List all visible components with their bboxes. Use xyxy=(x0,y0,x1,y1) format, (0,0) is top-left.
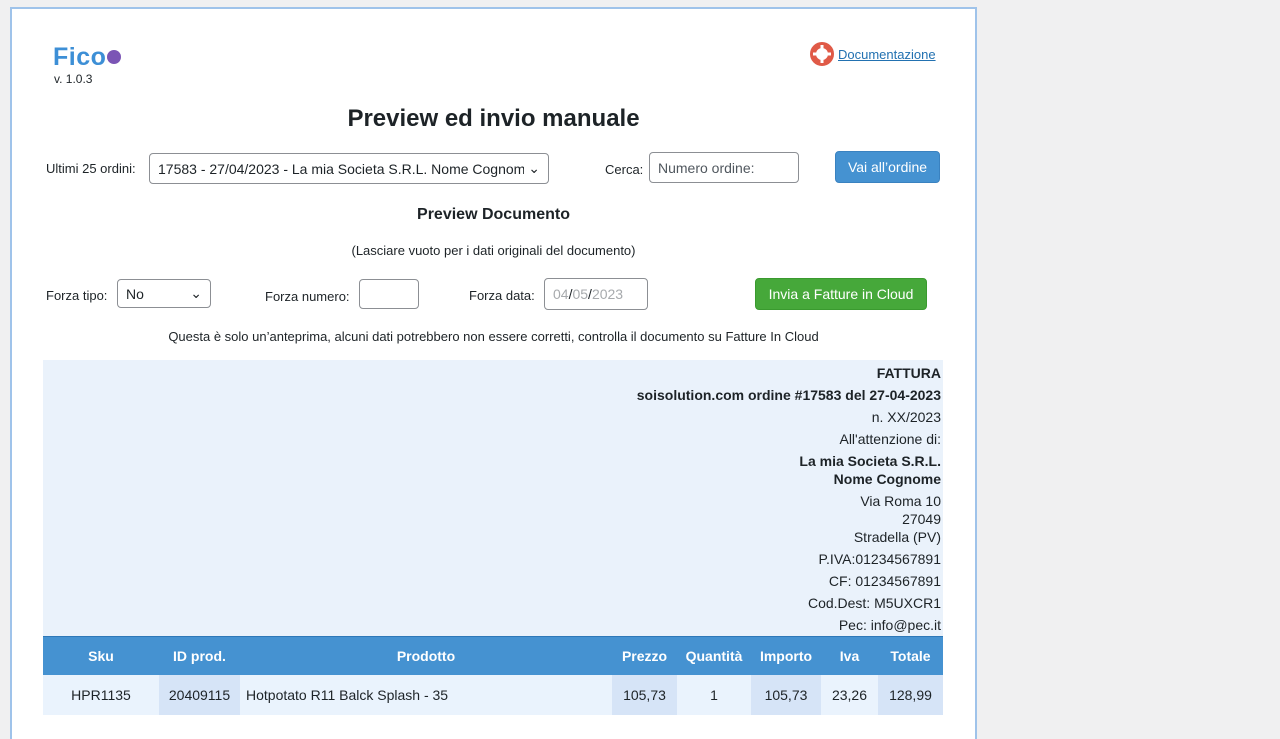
preview-title: Preview Documento xyxy=(417,206,570,223)
cell-product: Hotpotato R11 Balck Splash - 35 xyxy=(240,675,612,715)
customer-name: Nome Cognome xyxy=(833,471,941,487)
customer-street: Via Roma 10 xyxy=(860,493,941,509)
date-day: 04 xyxy=(553,286,569,302)
force-type-label: Forza tipo: xyxy=(46,288,108,303)
customer-city: Stradella (PV) xyxy=(853,529,941,545)
customer-piva: P.IVA:01234567891 xyxy=(818,551,942,567)
force-type-value: No xyxy=(126,285,144,302)
invoice-attn: All'attenzione di: xyxy=(839,431,941,447)
col-total: Totale xyxy=(878,636,943,675)
order-number-placeholder: Numero ordine: xyxy=(658,159,755,176)
invoice-header: FATTURA soisolution.com ordine #17583 de… xyxy=(43,360,943,636)
col-vat: Iva xyxy=(821,636,878,675)
orders-select[interactable]: 17583 - 27/04/2023 - La mia Societa S.R.… xyxy=(149,153,549,184)
cell-vat: 23,26 xyxy=(821,675,878,715)
col-qty: Quantità xyxy=(677,636,751,675)
invoice-reference: soisolution.com ordine #17583 del 27-04-… xyxy=(636,387,941,403)
cell-total: 128,99 xyxy=(878,675,943,715)
documentation-link[interactable]: Documentazione xyxy=(810,42,936,66)
date-month: 05 xyxy=(572,286,589,302)
cell-id: 20409115 xyxy=(159,675,240,715)
orders-label: Ultimi 25 ordini: xyxy=(46,161,136,176)
orders-select-value: 17583 - 27/04/2023 - La mia Societa S.R.… xyxy=(158,160,524,177)
customer-cf: CF: 01234567891 xyxy=(828,573,941,589)
date-year: 2023 xyxy=(591,286,624,302)
main-panel: Fico v. 1.0.3 Documentazione Preview ed … xyxy=(10,7,977,739)
invoice-type: FATTURA xyxy=(876,365,941,381)
send-to-fatture-in-cloud-button[interactable]: Invia a Fatture in Cloud xyxy=(755,278,927,310)
search-label: Cerca: xyxy=(605,162,644,177)
customer-pec: Pec: info@pec.it xyxy=(838,617,941,633)
chevron-down-icon: ⌄ xyxy=(528,160,540,176)
go-to-order-button[interactable]: Vai all’ordine xyxy=(835,151,940,183)
col-id: ID prod. xyxy=(159,636,240,675)
force-number-label: Forza numero: xyxy=(265,289,350,304)
col-product: Prodotto xyxy=(240,636,612,675)
table-header-row: Sku ID prod. Prodotto Prezzo Quantità Im… xyxy=(43,636,943,675)
col-amount: Importo xyxy=(751,636,821,675)
customer-company: La mia Societa S.R.L. xyxy=(799,453,941,469)
force-date-label: Forza data: xyxy=(469,288,535,303)
lifebuoy-icon xyxy=(810,42,834,66)
background xyxy=(975,0,1280,720)
cell-sku: HPR1135 xyxy=(43,675,159,715)
col-price: Prezzo xyxy=(612,636,677,675)
cell-qty: 1 xyxy=(677,675,751,715)
order-number-input[interactable]: Numero ordine: xyxy=(649,152,799,183)
cell-amount: 105,73 xyxy=(751,675,821,715)
preview-warning: Questa è solo un’anteprima, alcuni dati … xyxy=(168,329,819,344)
logo: Fico xyxy=(53,43,122,72)
preview-hint: (Lasciare vuoto per i dati originali del… xyxy=(351,243,636,258)
force-type-select[interactable]: No ⌄ xyxy=(117,279,211,308)
cell-price: 105,73 xyxy=(612,675,677,715)
invoice-items-table: Sku ID prod. Prodotto Prezzo Quantità Im… xyxy=(43,636,943,715)
force-date-input[interactable]: 04/05/2023 xyxy=(544,278,648,310)
invoice-number: n. XX/2023 xyxy=(871,409,941,425)
version: v. 1.0.3 xyxy=(54,72,93,86)
page-title: Preview ed invio manuale xyxy=(347,105,640,132)
customer-coddest: Cod.Dest: M5UXCR1 xyxy=(807,595,941,611)
customer-zip: 27049 xyxy=(902,511,941,527)
documentation-link-text[interactable]: Documentazione xyxy=(838,47,936,62)
chevron-down-icon: ⌄ xyxy=(190,285,202,301)
col-sku: Sku xyxy=(43,636,159,675)
force-number-input[interactable] xyxy=(359,279,419,309)
table-row: HPR1135 20409115 Hotpotato R11 Balck Spl… xyxy=(43,675,943,715)
